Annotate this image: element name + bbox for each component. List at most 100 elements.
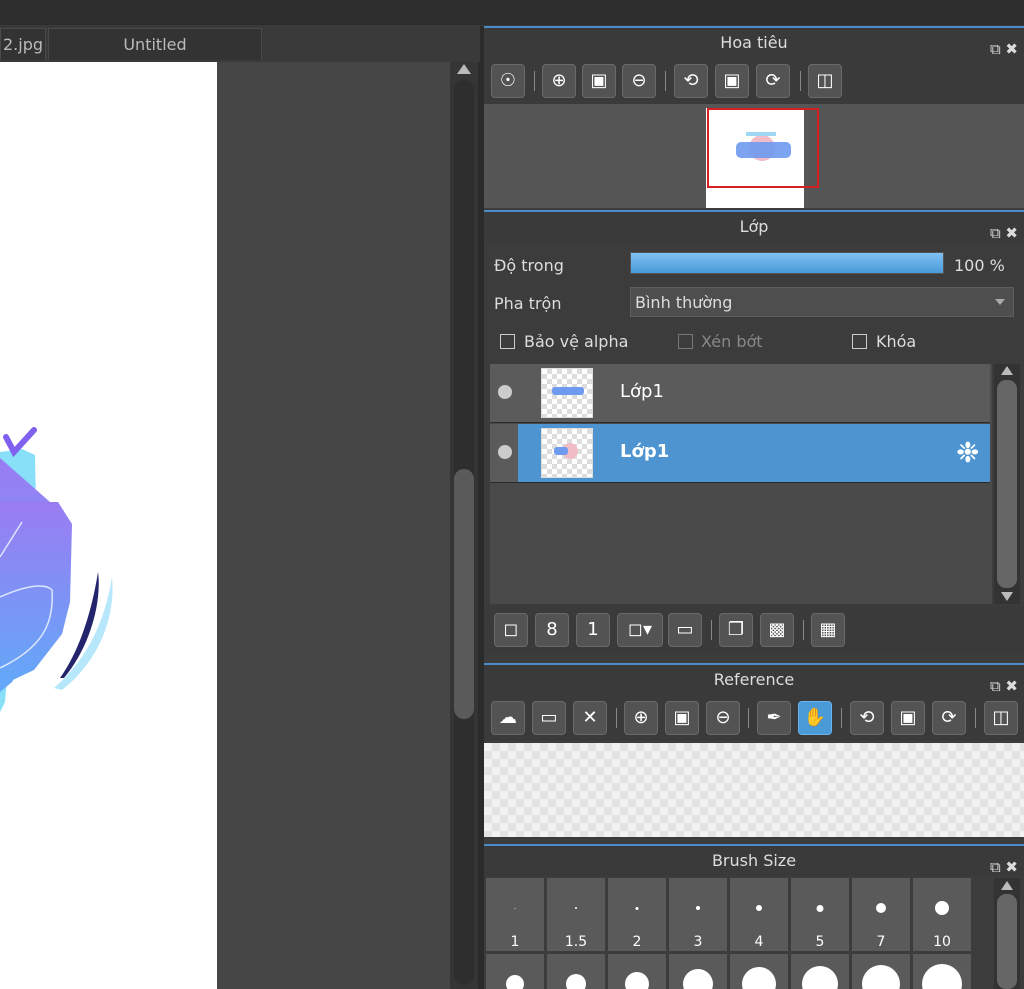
cloud-download-icon[interactable]: ☁ [491,701,525,735]
brush-dot-icon [922,964,962,989]
reference-panel-title: Reference [713,670,795,689]
brush-size-option[interactable]: 1 [486,878,544,951]
opacity-slider[interactable] [630,252,944,274]
zoom-in-icon[interactable]: ⊕ [542,64,576,98]
rotate-right-icon[interactable]: ⟳ [932,701,966,735]
new-1bit-layer-icon[interactable]: 1 [576,613,610,647]
flip-horizontal-icon[interactable]: ◫ [808,64,842,98]
brush-size-value: 7 [876,934,886,950]
clipping-checkbox[interactable] [678,334,693,349]
brush-size-option[interactable]: 2 [608,878,666,951]
scroll-thumb[interactable] [997,380,1017,588]
toolbar-separator [534,71,535,91]
visibility-eye-icon[interactable] [498,385,512,399]
merge-down-icon[interactable]: ▩ [760,613,794,647]
fit-window-icon[interactable]: ▣ [665,701,699,735]
flip-horizontal-icon[interactable]: ◫ [984,701,1018,735]
layer-row-selected[interactable]: Lớp1 ❉ [490,424,990,483]
toolbar-separator [803,620,804,640]
lock-label: Khóa [876,332,917,351]
zoom-out-icon[interactable]: ⊖ [622,64,656,98]
zoom-out-icon[interactable]: ⊖ [706,701,740,735]
brush-size-option[interactable]: 1.5 [547,878,605,951]
brush-dot-icon [742,967,776,989]
navigator-toolbar: ☉ ⊕ ▣ ⊖ ⟲ ▣ ⟳ ◫ [484,58,1024,104]
brush-size-option[interactable] [852,954,910,989]
brush-size-option[interactable]: 3 [669,878,727,951]
canvas-vertical-scrollbar[interactable] [450,62,478,989]
eyedropper-icon[interactable]: ✒ [757,701,791,735]
toolbar-separator [841,708,842,728]
brush-size-option[interactable] [486,954,544,989]
tab-2-jpg[interactable]: 2.jpg [0,28,46,60]
open-folder-icon[interactable]: ▭ [532,701,566,735]
brush-size-option[interactable]: 4 [730,878,788,951]
opacity-label: Độ trong [494,256,564,275]
layer-list-scrollbar[interactable] [994,364,1020,604]
navigator-panel: Hoa tiêu ⧉ ✖ ☉ ⊕ ▣ ⊖ ⟲ ▣ ⟳ ◫ [484,26,1024,208]
layer-name[interactable]: Lớp1 [620,381,664,402]
brush-size-grid: 1 1.5 2 3 4 5 7 10 [484,878,990,989]
brush-size-option[interactable] [730,954,788,989]
zoom-actual-icon[interactable]: ☉ [491,64,525,98]
brush-dot-icon [935,901,949,915]
tab-untitled[interactable]: Untitled [48,28,262,60]
brush-size-value: 1.5 [564,934,588,950]
protect-alpha-checkbox[interactable] [500,334,515,349]
brush-dot-icon [506,975,524,989]
brush-size-option[interactable] [608,954,666,989]
scroll-down-arrow-icon[interactable] [1001,592,1013,601]
reference-toolbar: ☁ ▭ ✕ ⊕ ▣ ⊖ ✒ ✋ ⟲ ▣ ⟳ ◫ [484,695,1024,741]
rotate-left-icon[interactable]: ⟲ [850,701,884,735]
brush-size-option[interactable] [547,954,605,989]
trash-icon[interactable]: ▦ [811,613,845,647]
brush-dot-icon [802,966,838,989]
scroll-up-arrow-icon[interactable] [1001,366,1013,375]
toolbar-separator [665,71,666,91]
brush-size-option[interactable]: 10 [913,878,971,951]
duplicate-layer-icon[interactable]: ❐ [719,613,753,647]
add-layer-menu-icon[interactable]: ◻▾ [617,613,663,647]
canvas-document[interactable] [0,62,217,989]
lock-checkbox[interactable] [852,334,867,349]
brush-size-option[interactable] [913,954,971,989]
visibility-eye-icon[interactable] [498,445,512,459]
new-layer-icon[interactable]: ◻ [494,613,528,647]
layers-toolbar: ◻ 8 1 ◻▾ ▭ ❐ ▩ ▦ [484,606,1024,654]
hand-tool-icon[interactable]: ✋ [798,701,832,735]
brush-size-option[interactable]: 7 [852,878,910,951]
navigator-view-rectangle[interactable] [707,108,819,188]
layers-panel: Lớp ⧉ ✖ Độ trong 100 % Pha trộn Bình thư… [484,210,1024,662]
rotate-right-icon[interactable]: ⟳ [756,64,790,98]
gear-icon[interactable]: ❉ [956,436,979,469]
brush-size-option[interactable] [669,954,727,989]
zoom-in-icon[interactable]: ⊕ [624,701,658,735]
reference-canvas[interactable] [484,743,1024,837]
scroll-up-arrow-icon[interactable] [457,64,471,74]
brush-size-scrollbar[interactable] [994,878,1020,989]
layer-row[interactable]: Lớp1 [490,364,990,423]
brush-size-option[interactable] [791,954,849,989]
brush-size-value: 3 [693,934,703,950]
panel-detach-close-icons[interactable]: ⧉ ✖ [990,218,1018,248]
blend-mode-value: Bình thường [635,293,733,312]
reset-view-icon[interactable]: ▣ [715,64,749,98]
scroll-thumb[interactable] [997,894,1017,989]
fit-window-icon[interactable]: ▣ [582,64,616,98]
brush-size-value: 5 [815,934,825,950]
layer-name[interactable]: Lớp1 [620,441,669,462]
new-8bit-layer-icon[interactable]: 8 [535,613,569,647]
close-icon[interactable]: ✕ [573,701,607,735]
rotate-left-icon[interactable]: ⟲ [674,64,708,98]
scroll-thumb[interactable] [454,469,474,719]
folder-icon[interactable]: ▭ [668,613,702,647]
toolbar-separator [616,708,617,728]
brush-dot-icon [756,905,762,911]
brush-size-panel-title: Brush Size [711,851,797,870]
scroll-up-arrow-icon[interactable] [1001,881,1013,890]
brush-size-option[interactable]: 5 [791,878,849,951]
navigator-preview[interactable] [484,104,1024,208]
blend-mode-select[interactable]: Bình thường [630,287,1014,317]
reset-view-icon[interactable]: ▣ [891,701,925,735]
navigator-panel-title: Hoa tiêu [720,33,788,52]
